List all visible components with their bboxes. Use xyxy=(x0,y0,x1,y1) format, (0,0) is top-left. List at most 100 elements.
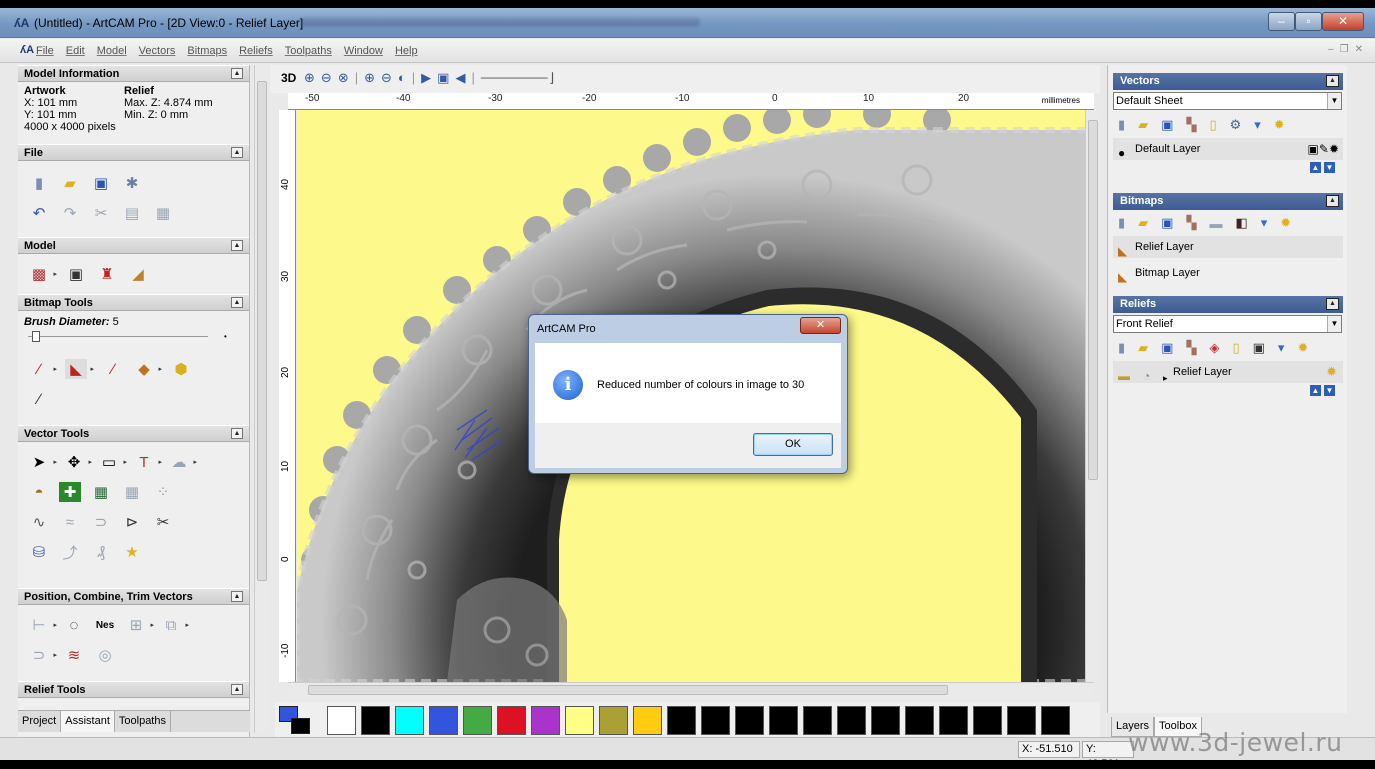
colour-swatch[interactable] xyxy=(633,706,662,735)
colour-swatch[interactable] xyxy=(429,706,458,735)
nesting-icon[interactable]: Nes xyxy=(94,615,116,635)
left-panel-scrollbar[interactable] xyxy=(254,65,268,733)
copy-layer-icon[interactable]: ▚ xyxy=(1186,117,1196,133)
node-edit-icon[interactable]: ◓ xyxy=(28,482,50,502)
zoom-fit-icon[interactable]: ⊗ xyxy=(338,70,349,86)
copy-relief-icon[interactable]: ▚ xyxy=(1186,340,1196,356)
collapse-icon[interactable]: ▲ xyxy=(231,428,243,439)
dotted-circle-icon[interactable]: ◌ xyxy=(63,615,85,635)
move-up-icon[interactable]: ▲ xyxy=(1310,162,1321,173)
lightbulb-icon[interactable]: ✹ xyxy=(1280,215,1291,231)
new-bitmap-layer-icon[interactable]: ▮ xyxy=(1118,215,1125,231)
cut-icon[interactable]: ✂ xyxy=(90,203,112,223)
colour-swatch[interactable] xyxy=(939,706,968,735)
select-arrow-icon[interactable]: ➤ ▸ xyxy=(28,452,57,472)
model-size-icon[interactable]: ▩ ▸ xyxy=(28,264,57,284)
open-layer-icon[interactable]: ▰ xyxy=(1138,117,1148,133)
paste-icon[interactable]: ▦ xyxy=(152,203,174,223)
mdi-close-button[interactable]: ✕ xyxy=(1355,44,1363,55)
3d-view-button[interactable]: 3D xyxy=(281,71,296,85)
colour-swatch[interactable] xyxy=(565,706,594,735)
menu-edit[interactable]: Edit xyxy=(66,45,85,57)
reliefs-header[interactable]: Reliefs ▲ xyxy=(1113,296,1343,313)
save-relief-icon[interactable]: ▣ xyxy=(1161,340,1173,356)
collapse-icon[interactable]: ▲ xyxy=(231,68,243,79)
position-combine-header[interactable]: Position, Combine, Trim Vectors ▲ xyxy=(18,588,249,605)
menu-bitmaps[interactable]: Bitmaps xyxy=(187,45,227,57)
expand-arrow-icon[interactable]: ▸ xyxy=(1163,367,1168,389)
star-icon[interactable]: ★ xyxy=(121,542,143,562)
colour-swatch[interactable] xyxy=(769,706,798,735)
tab-toolpaths[interactable]: Toolpaths xyxy=(115,711,171,732)
collapse-icon[interactable]: ▲ xyxy=(1326,75,1339,87)
relief-view-icon[interactable]: ▣ xyxy=(1253,340,1265,356)
save-layer-icon[interactable]: ▣ xyxy=(1161,117,1173,133)
bitmap-layer-toggle-icon[interactable]: ▣ xyxy=(437,70,449,86)
collapse-icon[interactable]: ▲ xyxy=(231,684,243,695)
rectangle-icon[interactable]: ▭ ▸ xyxy=(98,452,127,472)
minimize-button[interactable]: – xyxy=(1268,12,1295,31)
relief-combine-mode-icon[interactable]: ◔ xyxy=(1143,365,1150,387)
relief-layer-row[interactable]: ▬ ◔ ▸ Relief Layer ✹ xyxy=(1113,361,1343,383)
new-model-icon[interactable]: ▮ xyxy=(28,173,50,193)
transform-icon[interactable]: ✥ ▸ xyxy=(63,452,92,472)
colour-swatch[interactable] xyxy=(463,706,492,735)
dialog-close-button[interactable]: ✕ xyxy=(800,317,841,334)
vector-tools-header[interactable]: Vector Tools ▲ xyxy=(18,425,249,442)
collapse-icon[interactable]: ▲ xyxy=(231,147,243,158)
menu-help[interactable]: Help xyxy=(395,45,418,57)
tab-assistant[interactable]: Assistant xyxy=(61,711,115,732)
colour-swatch[interactable] xyxy=(1041,706,1070,735)
vector-layer-toggle-icon[interactable]: ▶ xyxy=(421,70,431,86)
move-down-icon[interactable]: ▼ xyxy=(1324,162,1335,173)
redo-icon[interactable]: ↷ xyxy=(59,203,81,223)
paint-relief-icon[interactable]: ♜ xyxy=(96,264,118,284)
zoom-all-icon[interactable]: ◐ xyxy=(398,70,406,86)
offset-vector-icon[interactable]: ⊃ xyxy=(90,512,112,532)
colour-swatch[interactable] xyxy=(361,706,390,735)
relief-tools-header[interactable]: Relief Tools ▲ xyxy=(18,681,249,698)
undo-icon[interactable]: ↶ xyxy=(28,203,50,223)
model-header[interactable]: Model ▲ xyxy=(18,237,249,254)
mdi-restore-button[interactable]: ❐ xyxy=(1340,44,1349,55)
swap-colours-icon[interactable]: ⬢ xyxy=(170,359,192,379)
copy-bitmap-icon[interactable]: ▚ xyxy=(1186,215,1196,231)
zoom-previous-icon[interactable]: ⊖ xyxy=(381,70,392,86)
canvas-vertical-scrollbar[interactable] xyxy=(1085,110,1099,682)
curve-icon[interactable]: ≈ xyxy=(59,512,81,532)
brush-slider[interactable]: • xyxy=(24,330,243,342)
colour-swatch[interactable] xyxy=(837,706,866,735)
text-tool-icon[interactable]: T ▸ xyxy=(133,452,162,472)
relief-combine-icon[interactable]: ◈ xyxy=(1209,340,1219,356)
move-down-icon[interactable]: ▼ xyxy=(1324,385,1335,396)
line-tool-icon[interactable]: ∕ xyxy=(28,389,50,409)
colour-swatch[interactable] xyxy=(871,706,900,735)
add-vector-icon[interactable]: ✚ xyxy=(59,482,81,502)
paste-layer-icon[interactable]: ▯ xyxy=(1209,117,1216,133)
mona-lisa-icon[interactable]: ◢ xyxy=(127,264,149,284)
menu-window[interactable]: Window xyxy=(344,45,383,57)
menu-file[interactable]: File xyxy=(36,45,54,57)
paint-area-icon[interactable]: ◣ ▸ xyxy=(65,359,94,379)
menu-reliefs[interactable]: Reliefs xyxy=(239,45,273,57)
zoom-in-icon[interactable]: ⊕ xyxy=(304,70,315,86)
colour-swatch[interactable] xyxy=(803,706,832,735)
flood-fill-icon[interactable]: ◆ ▸ xyxy=(133,359,162,379)
vectors-header[interactable]: Vectors ▲ xyxy=(1113,73,1343,90)
maximize-button[interactable]: ▫ xyxy=(1295,12,1322,31)
model-view-icon[interactable]: ▣ xyxy=(65,264,87,284)
group-icon[interactable]: ⊞ ▸ xyxy=(125,615,154,635)
spiral-icon[interactable]: ◎ xyxy=(94,645,116,665)
colour-swatch[interactable] xyxy=(531,706,560,735)
vector-shape-icon[interactable]: ☁ ▸ xyxy=(168,452,198,472)
trim-vector-icon[interactable]: ✂ xyxy=(152,512,174,532)
document-icon[interactable]: ʎA xyxy=(20,44,34,56)
menu-model[interactable]: Model xyxy=(97,45,127,57)
layer-visibility-icons[interactable]: ▣✎✹ xyxy=(1308,138,1339,160)
colour-swatch[interactable] xyxy=(905,706,934,735)
open-relief-icon[interactable]: ▰ xyxy=(1138,340,1148,356)
colour-swatch[interactable] xyxy=(701,706,730,735)
eyedropper-icon[interactable]: ∕ xyxy=(102,359,124,379)
cylinder-icon[interactable]: ⛁ xyxy=(28,542,50,562)
collapse-icon[interactable]: ▲ xyxy=(1326,195,1339,207)
